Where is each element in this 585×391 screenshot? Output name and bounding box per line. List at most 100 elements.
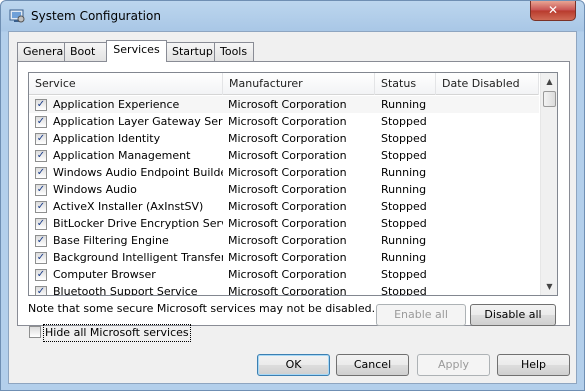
date-disabled-cell bbox=[442, 181, 537, 198]
date-disabled-cell bbox=[442, 164, 537, 181]
table-row[interactable]: ✓ BitLocker Drive Encryption Service Micro… bbox=[29, 215, 539, 232]
service-name-cell: Application Experience bbox=[53, 98, 180, 111]
column-header-service[interactable]: Service bbox=[29, 73, 223, 95]
service-name-cell: Background Intelligent Transfer ... bbox=[53, 251, 223, 264]
table-row[interactable]: ✓ Application Identity Microsoft Corporati… bbox=[29, 130, 539, 147]
status-cell: Stopped bbox=[381, 285, 427, 296]
table-row[interactable]: ✓ Windows Audio Microsoft Corporation Runni… bbox=[29, 181, 539, 198]
manufacturer-cell: Microsoft Corporation bbox=[228, 268, 347, 281]
manufacturer-cell: Microsoft Corporation bbox=[228, 98, 347, 111]
services-scrollbar[interactable]: ▲ ▼ bbox=[540, 73, 557, 295]
service-checkbox[interactable]: ✓ bbox=[35, 99, 47, 111]
close-button[interactable]: ✕ bbox=[530, 1, 576, 21]
help-label: Help bbox=[520, 358, 547, 371]
date-disabled-cell bbox=[442, 232, 537, 249]
status-cell: Stopped bbox=[381, 132, 427, 145]
status-cell: Stopped bbox=[381, 149, 427, 162]
disable-all-label: Disable all bbox=[484, 308, 542, 321]
manufacturer-cell: Microsoft Corporation bbox=[228, 285, 347, 296]
column-header-manufacturer[interactable]: Manufacturer bbox=[223, 73, 375, 95]
service-name-cell: Windows Audio Endpoint Builder bbox=[53, 166, 223, 179]
services-rows: ✓ Application Experience Microsoft Corpora… bbox=[29, 96, 539, 296]
manufacturer-cell: Microsoft Corporation bbox=[228, 234, 347, 247]
service-checkbox[interactable]: ✓ bbox=[35, 252, 47, 264]
service-name-cell: Bluetooth Support Service bbox=[53, 285, 198, 296]
column-header-date-disabled[interactable]: Date Disabled bbox=[436, 73, 539, 95]
date-disabled-cell bbox=[442, 96, 537, 113]
column-header-status[interactable]: Status bbox=[375, 73, 436, 95]
status-cell: Running bbox=[381, 234, 427, 247]
tab-services[interactable]: Services bbox=[106, 40, 167, 62]
scroll-down-icon[interactable]: ▼ bbox=[541, 278, 557, 295]
manufacturer-cell: Microsoft Corporation bbox=[228, 200, 347, 213]
service-name-cell: BitLocker Drive Encryption Service bbox=[53, 217, 223, 230]
service-checkbox[interactable]: ✓ bbox=[35, 235, 47, 247]
service-checkbox[interactable]: ✓ bbox=[35, 133, 47, 145]
table-row[interactable]: ✓ Base Filtering Engine Microsoft Corporat… bbox=[29, 232, 539, 249]
table-row[interactable]: ✓ ActiveX Installer (AxInstSV) Microsoft C… bbox=[29, 198, 539, 215]
date-disabled-cell bbox=[442, 198, 537, 215]
service-checkbox[interactable]: ✓ bbox=[35, 201, 47, 213]
ok-button[interactable]: OK bbox=[257, 354, 330, 376]
manufacturer-cell: Microsoft Corporation bbox=[228, 251, 347, 264]
manufacturer-cell: Microsoft Corporation bbox=[228, 166, 347, 179]
apply-button[interactable]: Apply bbox=[417, 354, 490, 376]
table-row[interactable]: ✓ Bluetooth Support Service Microsoft Corp… bbox=[29, 283, 539, 296]
scroll-up-icon[interactable]: ▲ bbox=[541, 73, 557, 90]
service-checkbox[interactable]: ✓ bbox=[35, 116, 47, 128]
hide-microsoft-services-box[interactable] bbox=[29, 326, 41, 338]
services-list-header: Service Manufacturer Status Date Disable… bbox=[29, 73, 539, 95]
ok-label: OK bbox=[285, 358, 302, 371]
system-configuration-window: System Configuration ✕ General Boot Serv… bbox=[0, 0, 585, 391]
date-disabled-cell bbox=[442, 130, 537, 147]
status-cell: Running bbox=[381, 183, 427, 196]
service-checkbox[interactable]: ✓ bbox=[35, 286, 47, 295]
table-row[interactable]: ✓ Windows Audio Endpoint Builder Microsoft… bbox=[29, 164, 539, 181]
service-name-cell: Computer Browser bbox=[53, 268, 156, 281]
service-name-cell: Application Layer Gateway Service bbox=[53, 115, 223, 128]
service-name-cell: Application Identity bbox=[53, 132, 161, 145]
date-disabled-cell bbox=[442, 266, 537, 283]
service-name-cell: Windows Audio bbox=[53, 183, 137, 196]
table-row[interactable]: ✓ Application Management Microsoft Corpora… bbox=[29, 147, 539, 164]
services-list[interactable]: Service Manufacturer Status Date Disable… bbox=[28, 72, 558, 296]
cancel-label: Cancel bbox=[353, 358, 392, 371]
enable-all-label: Enable all bbox=[394, 308, 448, 321]
table-row[interactable]: ✓ Application Layer Gateway Service Micros… bbox=[29, 113, 539, 130]
secure-services-note: Note that some secure Microsoft services… bbox=[28, 302, 376, 315]
service-checkbox[interactable]: ✓ bbox=[35, 150, 47, 162]
enable-all-button[interactable]: Enable all bbox=[376, 304, 466, 326]
tab-tools[interactable]: Tools bbox=[214, 42, 254, 61]
help-button[interactable]: Help bbox=[497, 354, 570, 376]
service-checkbox[interactable]: ✓ bbox=[35, 218, 47, 230]
status-cell: Stopped bbox=[381, 268, 427, 281]
cancel-button[interactable]: Cancel bbox=[336, 354, 409, 376]
status-cell: Stopped bbox=[381, 217, 427, 230]
status-cell: Running bbox=[381, 98, 427, 111]
apply-label: Apply bbox=[437, 358, 470, 371]
table-row[interactable]: ✓ Computer Browser Microsoft Corporation St… bbox=[29, 266, 539, 283]
table-row[interactable]: ✓ Application Experience Microsoft Corpora… bbox=[29, 96, 539, 113]
service-name-cell: Base Filtering Engine bbox=[53, 234, 169, 247]
service-checkbox[interactable]: ✓ bbox=[35, 184, 47, 196]
disable-all-button[interactable]: Disable all bbox=[470, 304, 556, 326]
title-bar[interactable]: System Configuration ✕ bbox=[1, 1, 584, 31]
manufacturer-cell: Microsoft Corporation bbox=[228, 115, 347, 128]
date-disabled-cell bbox=[442, 147, 537, 164]
system-configuration-icon bbox=[9, 8, 25, 24]
services-tab-panel: Service Manufacturer Status Date Disable… bbox=[17, 61, 570, 326]
tab-general[interactable]: General bbox=[17, 42, 66, 61]
tab-startup[interactable]: Startup bbox=[166, 42, 215, 61]
date-disabled-cell bbox=[442, 215, 537, 232]
table-row[interactable]: ✓ Background Intelligent Transfer ... Micr… bbox=[29, 249, 539, 266]
hide-microsoft-services-label[interactable]: Hide all Microsoft services bbox=[43, 324, 191, 342]
date-disabled-cell bbox=[442, 249, 537, 266]
manufacturer-cell: Microsoft Corporation bbox=[228, 183, 347, 196]
service-checkbox[interactable]: ✓ bbox=[35, 269, 47, 281]
tab-boot[interactable]: Boot bbox=[64, 42, 107, 61]
service-name-cell: ActiveX Installer (AxInstSV) bbox=[53, 200, 204, 213]
status-cell: Running bbox=[381, 251, 427, 264]
service-checkbox[interactable]: ✓ bbox=[35, 167, 47, 179]
manufacturer-cell: Microsoft Corporation bbox=[228, 132, 347, 145]
scrollbar-thumb[interactable] bbox=[543, 91, 556, 107]
